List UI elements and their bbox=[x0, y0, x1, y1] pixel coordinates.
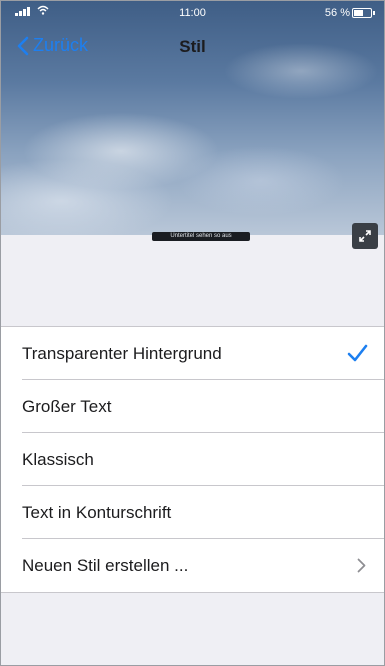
screen: 11:00 56 % Zurück Stil Untertitel sehen … bbox=[0, 0, 385, 666]
option-label: Neuen Stil erstellen ... bbox=[22, 556, 189, 575]
style-option-classic[interactable]: Klassisch bbox=[1, 433, 384, 486]
create-new-style[interactable]: Neuen Stil erstellen ... bbox=[1, 539, 384, 592]
status-bar: 11:00 56 % bbox=[1, 1, 384, 25]
chevron-right-icon bbox=[357, 558, 366, 573]
option-label: Transparenter Hintergrund bbox=[22, 344, 222, 363]
option-label: Klassisch bbox=[22, 450, 94, 469]
checkmark-icon bbox=[347, 344, 368, 362]
battery-percentage: 56 % bbox=[324, 7, 350, 19]
expand-button[interactable] bbox=[352, 223, 378, 249]
option-label: Großer Text bbox=[22, 397, 112, 416]
expand-icon bbox=[359, 230, 371, 242]
style-list: Transparenter Hintergrund Großer Text Kl… bbox=[1, 326, 384, 593]
subtitle-sample: Untertitel sehen so aus bbox=[152, 232, 250, 241]
style-option-outline[interactable]: Text in Konturschrift bbox=[1, 486, 384, 539]
battery-icon bbox=[352, 8, 375, 18]
option-label: Text in Konturschrift bbox=[22, 503, 172, 522]
style-option-transparent[interactable]: Transparenter Hintergrund bbox=[1, 327, 384, 380]
style-option-large-text[interactable]: Großer Text bbox=[1, 380, 384, 433]
page-title: Stil bbox=[179, 37, 206, 56]
subtitle-preview: 11:00 56 % Zurück Stil Untertitel sehen … bbox=[1, 1, 384, 249]
